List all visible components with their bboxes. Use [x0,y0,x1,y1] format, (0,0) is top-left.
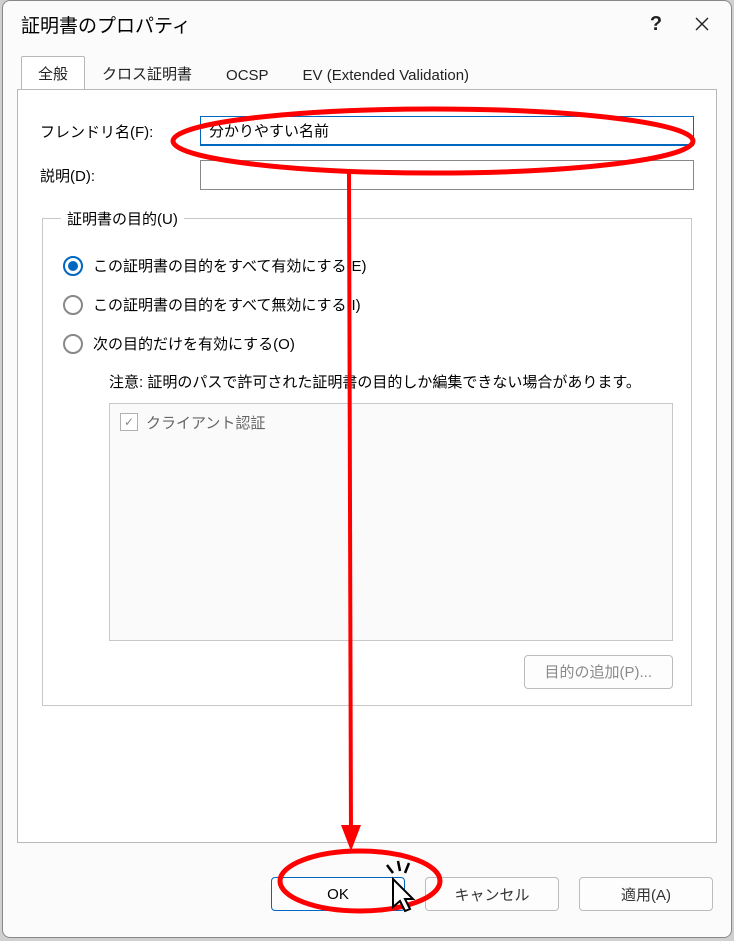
radio-enable-all[interactable]: この証明書の目的をすべて有効にする(E) [63,255,673,276]
friendly-name-input[interactable] [200,116,694,146]
radio-disable-all[interactable]: この証明書の目的をすべて無効にする(I) [63,294,673,315]
tab-cross-cert[interactable]: クロス証明書 [85,56,209,90]
radio-icon [63,256,83,276]
cancel-button[interactable]: キャンセル [425,877,559,911]
tab-ev[interactable]: EV (Extended Validation) [286,60,487,90]
purpose-note: 注意: 証明のパスで許可された証明書の目的しか編集できない場合があります。 [109,372,673,395]
list-item: ✓ クライアント認証 [120,412,662,433]
tab-general[interactable]: 全般 [21,56,85,90]
description-label: 説明(D): [40,165,200,186]
tab-panel-general: フレンドリ名(F): 説明(D): 証明書の目的(U) この証明書の目的をすべて… [17,89,717,843]
radio-enable-all-label: この証明書の目的をすべて有効にする(E) [93,255,367,276]
friendly-name-row: フレンドリ名(F): [40,116,694,146]
dialog-footer: OK キャンセル 適用(A) [17,877,717,911]
friendly-name-label: フレンドリ名(F): [40,121,200,142]
list-item-label: クライアント認証 [146,412,265,433]
add-purpose-button[interactable]: 目的の追加(P)... [524,655,674,689]
client-area: 全般 クロス証明書 OCSP EV (Extended Validation) … [17,55,717,923]
radio-only-these[interactable]: 次の目的だけを有効にする(O) [63,333,673,354]
radio-icon [63,334,83,354]
purpose-legend: 証明書の目的(U) [61,208,184,229]
tab-bar: 全般 クロス証明書 OCSP EV (Extended Validation) [21,55,717,89]
dialog-window: 証明書のプロパティ ? 全般 クロス証明書 OCSP EV (Extended … [2,0,732,938]
ok-button[interactable]: OK [271,877,405,911]
close-icon [695,17,709,31]
checkbox-icon: ✓ [120,413,138,431]
description-input[interactable] [200,160,694,190]
window-title: 証明書のプロパティ [21,11,633,38]
description-row: 説明(D): [40,160,694,190]
close-button[interactable] [679,5,725,43]
apply-button[interactable]: 適用(A) [579,877,713,911]
help-icon: ? [650,13,662,36]
titlebar: 証明書のプロパティ ? [3,1,731,47]
purpose-group: 証明書の目的(U) この証明書の目的をすべて有効にする(E) この証明書の目的を… [42,208,692,706]
add-purpose-row: 目的の追加(P)... [109,655,673,689]
radio-disable-all-label: この証明書の目的をすべて無効にする(I) [93,294,361,315]
help-button[interactable]: ? [633,5,679,43]
purpose-listbox[interactable]: ✓ クライアント認証 [109,403,673,641]
radio-only-these-label: 次の目的だけを有効にする(O) [93,333,295,354]
radio-icon [63,295,83,315]
tab-ocsp[interactable]: OCSP [209,60,286,90]
